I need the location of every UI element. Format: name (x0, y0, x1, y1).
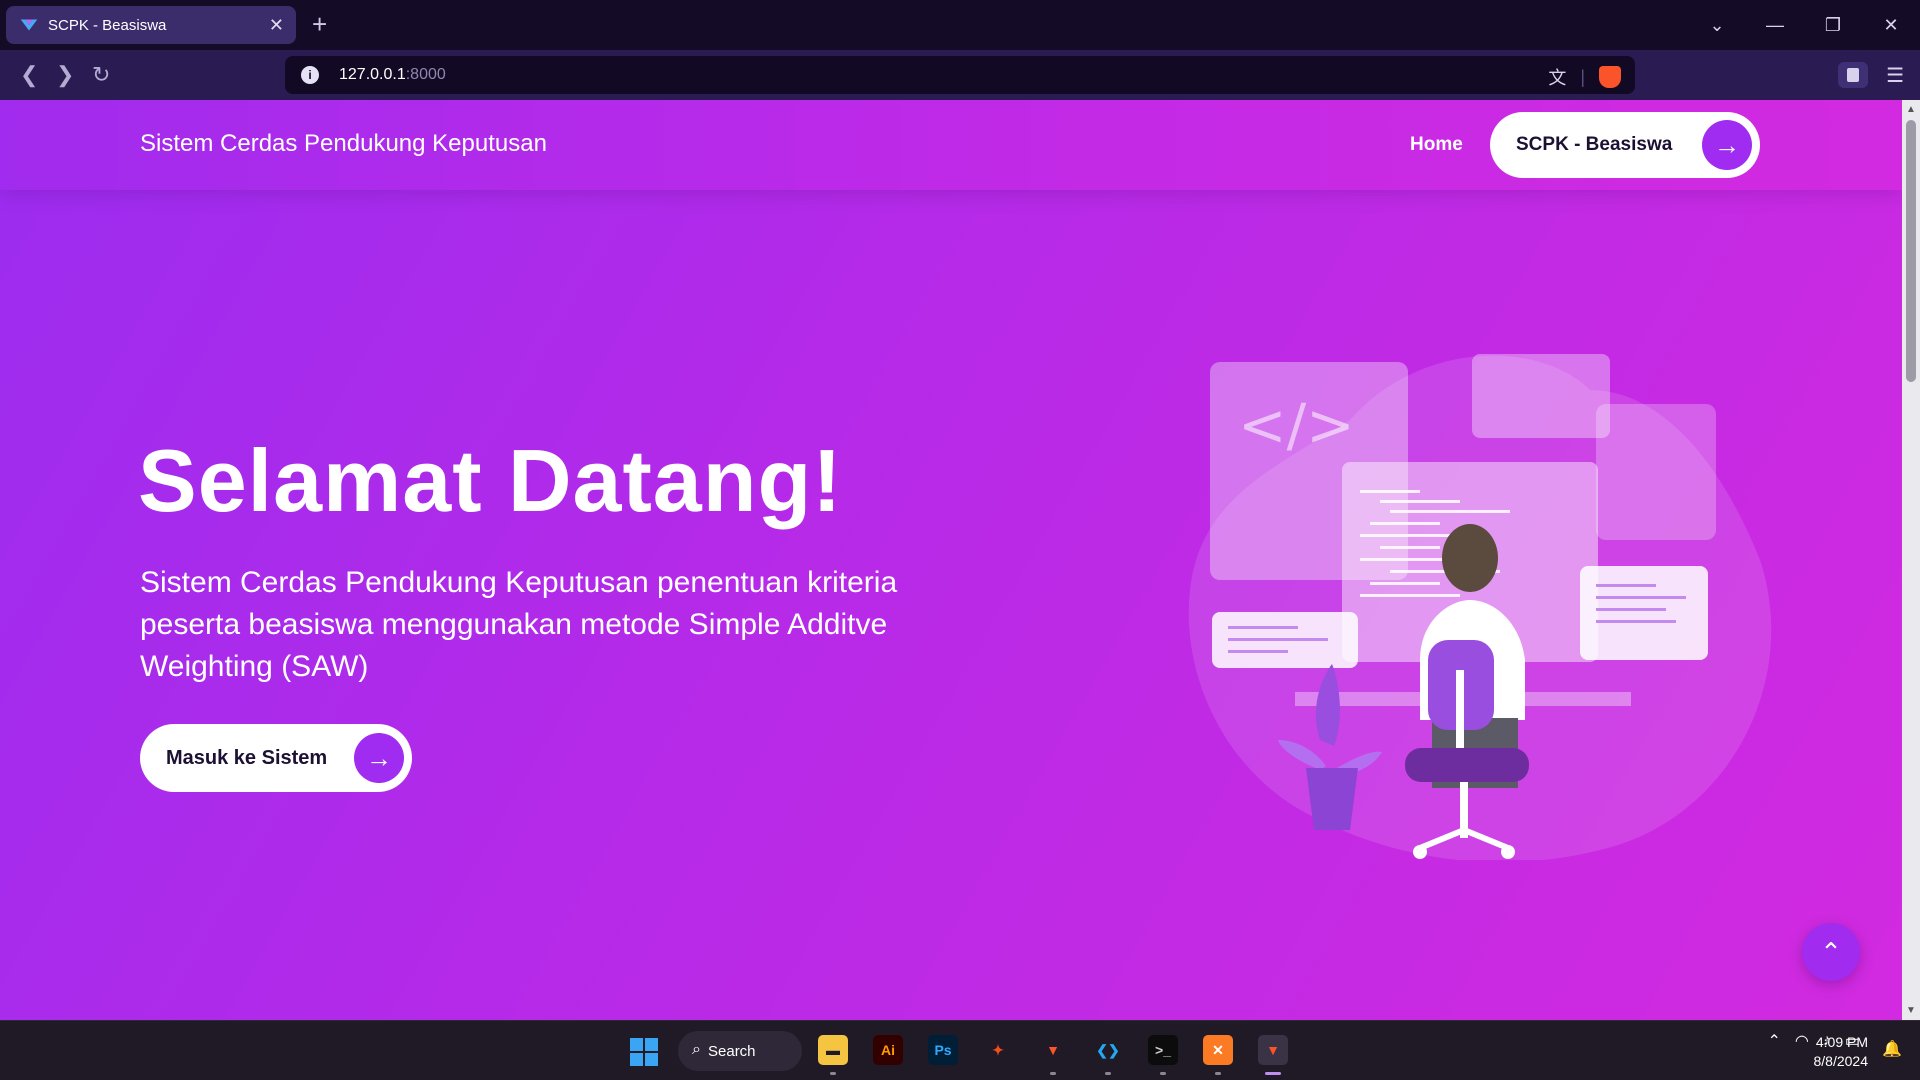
divider: | (1580, 66, 1585, 87)
hero-title: Selamat Datang! (138, 431, 843, 530)
site-favicon-icon (20, 19, 38, 31)
close-window-icon[interactable]: ✕ (1862, 15, 1920, 36)
site-header: Sistem Cerdas Pendukung Keputusan Home S… (0, 100, 1902, 190)
scroll-down-icon[interactable]: ▼ (1906, 1005, 1916, 1016)
minimize-icon[interactable]: — (1746, 15, 1804, 36)
menu-icon[interactable]: ☰ (1886, 63, 1904, 88)
terminal-icon[interactable]: >_ (1148, 1035, 1178, 1065)
arrow-right-icon: → (1702, 120, 1752, 170)
clock-date: 8/8/2024 (1813, 1053, 1869, 1069)
side-card-right (1580, 566, 1708, 660)
translate-icon[interactable]: 文 (1548, 64, 1566, 90)
scrollbar-thumb[interactable] (1906, 120, 1916, 382)
taskbar-search[interactable]: ⌕ Search (678, 1031, 802, 1071)
scroll-up-icon[interactable]: ▲ (1906, 104, 1916, 115)
vscode-icon[interactable]: ❮❯ (1093, 1035, 1123, 1065)
search-icon: ⌕ (692, 1041, 701, 1058)
nav-home-link[interactable]: Home (1410, 134, 1463, 156)
reload-icon[interactable]: ↻ (92, 62, 110, 88)
running-indicator (1265, 1072, 1281, 1075)
tray-overflow-chevron-icon[interactable]: ⌃ (1768, 1031, 1781, 1051)
taskbar-search-label: Search (708, 1042, 756, 1060)
running-indicator (830, 1072, 836, 1075)
windows-taskbar: ⌕ Search ▬ Ai Ps ✦ ▼ ❮❯ >_ ✕ ▼ ⌃ ◠ ♪ ▭ 4:09 PM 8… (0, 1020, 1920, 1080)
url-port: :8000 (405, 66, 446, 83)
forward-icon[interactable]: ❯ (56, 62, 74, 88)
figma-icon[interactable]: ✦ (983, 1035, 1013, 1065)
arrow-right-icon: → (354, 733, 404, 783)
wallet-icon[interactable] (1838, 62, 1869, 88)
tab-title: SCPK - Beasiswa (48, 16, 167, 34)
back-to-top-button[interactable]: ⌃ (1802, 923, 1860, 981)
address-bar[interactable]: i 127.0.0.1 :8000 文 | (285, 56, 1635, 94)
clock[interactable]: 4:09 PM 8/8/2024 (1814, 1033, 1869, 1071)
tab-search-chevron-icon[interactable]: ⌄ (1688, 15, 1746, 36)
site-brand[interactable]: Sistem Cerdas Pendukung Keputusan (140, 130, 547, 158)
page-viewport: Sistem Cerdas Pendukung Keputusan Home S… (0, 100, 1902, 1020)
xampp-icon[interactable]: ✕ (1203, 1035, 1233, 1065)
running-indicator (1105, 1072, 1111, 1075)
brave-shields-icon[interactable] (1599, 66, 1621, 88)
running-indicator (1160, 1072, 1166, 1075)
clock-time: 4:09 PM (1815, 1034, 1868, 1050)
browser-tab-bar: SCPK - Beasiswa ✕ + ⌄ — ❐ ✕ (0, 0, 1920, 50)
url-host: 127.0.0.1 (339, 66, 406, 83)
wifi-icon[interactable]: ◠ (1795, 1031, 1809, 1051)
person-head (1442, 524, 1498, 592)
running-indicator (1215, 1072, 1221, 1075)
page-scrollbar[interactable]: ▲ ▼ (1902, 100, 1920, 1020)
header-cta-button[interactable]: SCPK - Beasiswa → (1490, 112, 1760, 178)
file-explorer-icon[interactable]: ▬ (818, 1035, 848, 1065)
close-tab-icon[interactable]: ✕ (269, 15, 284, 36)
enter-system-label: Masuk ke Sistem (166, 746, 328, 769)
new-tab-icon[interactable]: + (312, 10, 327, 38)
photoshop-icon[interactable]: Ps (928, 1035, 958, 1065)
developer-illustration: </> (1188, 354, 1772, 860)
illustrator-icon[interactable]: Ai (873, 1035, 903, 1065)
header-cta-label: SCPK - Beasiswa (1516, 134, 1673, 155)
brave-icon[interactable]: ▼ (1258, 1035, 1288, 1065)
notification-bell-icon[interactable]: 🔔 (1882, 1039, 1902, 1059)
browser-tab[interactable]: SCPK - Beasiswa ✕ (6, 6, 296, 44)
window-controls: ⌄ — ❐ ✕ (1688, 0, 1920, 50)
small-window (1472, 354, 1610, 438)
code-tag-text: </> (1238, 391, 1355, 459)
enter-system-button[interactable]: Masuk ke Sistem → (140, 724, 412, 792)
start-windows-icon[interactable] (630, 1038, 658, 1066)
chair-seat (1405, 748, 1529, 782)
site-info-icon[interactable]: i (301, 66, 319, 84)
restore-icon[interactable]: ❐ (1804, 15, 1862, 36)
back-icon[interactable]: ❮ (20, 62, 38, 88)
running-indicator (1050, 1072, 1056, 1075)
hero-subtitle: Sistem Cerdas Pendukung Keputusan penent… (140, 566, 898, 683)
browser-toolbar: ❮ ❯ ↻ i 127.0.0.1 :8000 文 | ☰ (0, 50, 1920, 100)
brave-beta-icon[interactable]: ▼ (1038, 1035, 1068, 1065)
